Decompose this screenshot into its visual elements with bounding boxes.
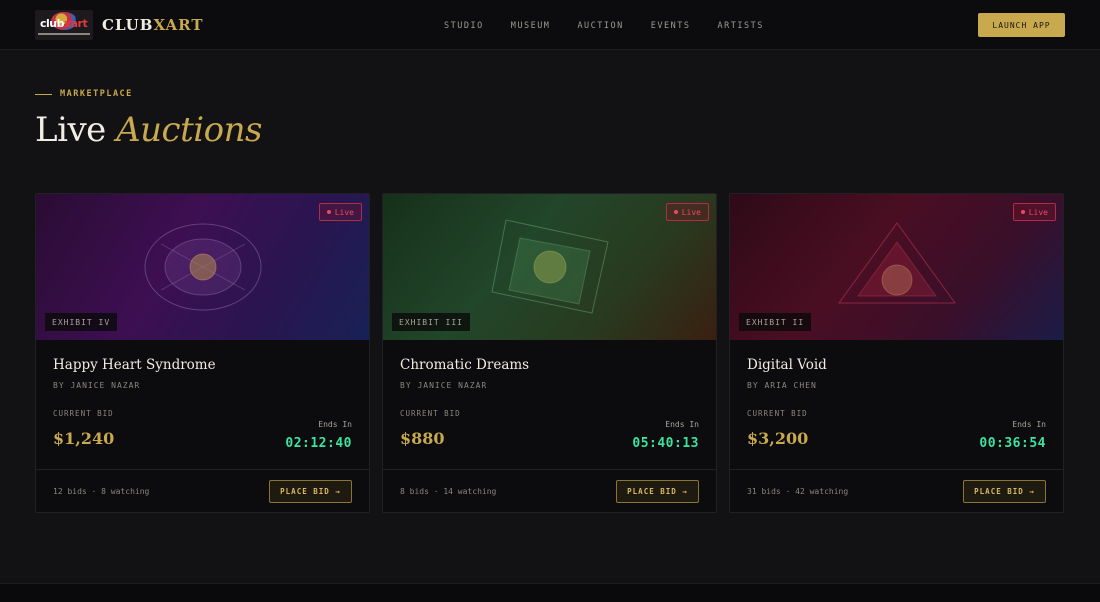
live-badge: Live [318, 203, 362, 221]
place-bid-button[interactable]: PLACE BID → [963, 480, 1046, 503]
club-logo[interactable]: clubxart [35, 10, 93, 40]
bid-stats: 31 bids · 42 watching [747, 487, 849, 496]
eyebrow-rule [35, 93, 52, 95]
artwork-preview[interactable]: Live EXHIBIT IV [36, 194, 369, 340]
artist-name: BY JANICE NAZAR [53, 381, 141, 390]
place-bid-button[interactable]: PLACE BID → [269, 480, 352, 503]
artwork-title[interactable]: Chromatic Dreams [400, 357, 529, 373]
live-badge-label: Live [681, 207, 701, 217]
brand-name-accent: XART [153, 16, 204, 34]
countdown-timer: 02:12:40 [285, 436, 352, 451]
current-bid-label: CURRENT BID [53, 409, 114, 418]
launch-app-button[interactable]: LAUNCH APP [978, 13, 1065, 37]
nav-link-events[interactable]: EVENTS [651, 21, 691, 31]
card-divider [730, 469, 1063, 470]
live-dot-icon [326, 210, 331, 214]
current-bid-value: $880 [400, 429, 445, 448]
auction-card[interactable]: Live EXHIBIT II Digital Void BY ARIA CHE… [729, 193, 1064, 513]
eyebrow-label: MARKETPLACE [60, 89, 133, 99]
artwork-title[interactable]: Happy Heart Syndrome [53, 357, 216, 373]
footer-bar [0, 583, 1100, 602]
section-eyebrow: MARKETPLACE [35, 89, 133, 99]
title-plain: Live [35, 110, 106, 150]
artwork-preview[interactable]: Live EXHIBIT III [383, 194, 716, 340]
card-divider [383, 469, 716, 470]
artwork-preview[interactable]: Live EXHIBIT II [730, 194, 1063, 340]
bid-stats: 8 bids · 14 watching [400, 487, 497, 496]
title-accent: Auctions [116, 110, 262, 150]
exhibit-tag: EXHIBIT IV [45, 313, 118, 331]
page-title: Live Auctions [35, 110, 262, 150]
main-menu: STUDIO MUSEUM AUCTION EVENTS ARTISTS [444, 21, 791, 31]
exhibit-tag: EXHIBIT II [739, 313, 812, 331]
nav-link-museum[interactable]: MUSEUM [511, 21, 551, 31]
live-badge-label: Live [1028, 207, 1048, 217]
countdown-timer: 00:36:54 [979, 436, 1046, 451]
nav-link-studio[interactable]: STUDIO [444, 21, 484, 31]
exhibit-tag: EXHIBIT III [392, 313, 470, 331]
current-bid-value: $1,240 [53, 429, 115, 448]
ends-in-label: Ends In [1012, 420, 1046, 429]
live-badge: Live [665, 203, 709, 221]
live-dot-icon [1020, 210, 1025, 214]
current-bid-label: CURRENT BID [400, 409, 461, 418]
nav-link-artists[interactable]: ARTISTS [717, 21, 763, 31]
bid-stats: 12 bids · 8 watching [53, 487, 150, 496]
live-dot-icon [673, 210, 678, 214]
card-divider [36, 469, 369, 470]
ends-in-label: Ends In [665, 420, 699, 429]
logo-text: club [40, 17, 65, 30]
logo-tagline-bar [38, 33, 90, 35]
ends-in-label: Ends In [318, 420, 352, 429]
logo-text-accent: xart [64, 17, 88, 30]
artist-name: BY ARIA CHEN [747, 381, 817, 390]
auction-card[interactable]: Live EXHIBIT III Chromatic Dreams BY JAN… [382, 193, 717, 513]
live-badge: Live [1012, 203, 1056, 221]
artist-name: BY JANICE NAZAR [400, 381, 488, 390]
logo-wordmark: clubxart [40, 17, 88, 30]
countdown-timer: 05:40:13 [632, 436, 699, 451]
current-bid-label: CURRENT BID [747, 409, 808, 418]
live-badge-label: Live [334, 207, 354, 217]
top-nav: clubxart CLUBXART STUDIO MUSEUM AUCTION … [0, 0, 1100, 50]
brand-name[interactable]: CLUBXART [102, 16, 204, 34]
place-bid-button[interactable]: PLACE BID → [616, 480, 699, 503]
current-bid-value: $3,200 [747, 429, 809, 448]
nav-link-auction[interactable]: AUCTION [577, 21, 623, 31]
artwork-title[interactable]: Digital Void [747, 357, 827, 373]
brand-name-main: CLUB [102, 16, 154, 34]
auction-card[interactable]: Live EXHIBIT IV Happy Heart Syndrome BY … [35, 193, 370, 513]
